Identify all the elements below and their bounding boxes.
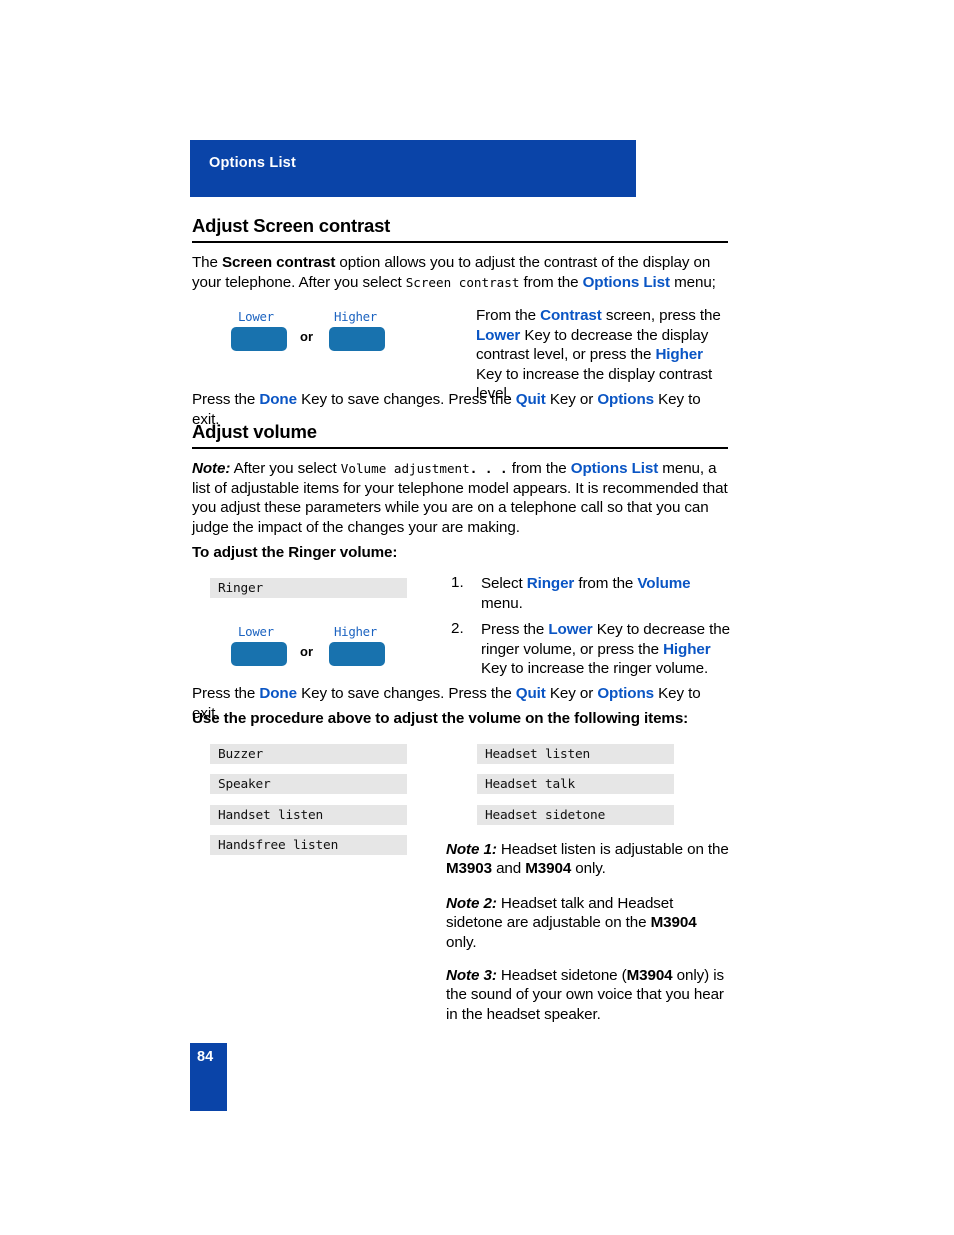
- heading-rule-volume: [192, 447, 728, 449]
- volume-note-t1: After you select: [230, 460, 341, 477]
- contrast-intro-t4: menu;: [669, 273, 716, 291]
- note-3-b1: M3904: [626, 967, 673, 984]
- lcd-box-handsfree-listen-label: Handsfree listen: [218, 838, 339, 853]
- note-1-t1: Headset listen is adjustable on the: [496, 841, 729, 858]
- contrast-intro-lcd: Screen contrast: [405, 274, 520, 290]
- items-intro-text: Use the procedure above to adjust the vo…: [192, 710, 689, 727]
- volume-footer-t3: Key or: [545, 685, 598, 702]
- page-number-block: 84: [190, 1043, 227, 1111]
- step-2-b2: Higher: [663, 640, 711, 658]
- higher-key-button[interactable]: [329, 642, 385, 666]
- step-1-t3: menu.: [481, 594, 523, 612]
- note-1: Note 1: Headset listen is adjustable on …: [446, 840, 731, 879]
- lcd-box-handset-listen-label: Handset listen: [218, 808, 324, 823]
- contrast-footer-t1: Press the: [192, 391, 260, 408]
- lcd-box-headset-sidetone-label: Headset sidetone: [485, 808, 606, 823]
- contrast-instr-t2: screen, press the: [601, 307, 721, 324]
- volume-footer-b2: Quit: [515, 685, 546, 702]
- step-2-text: Press the Lower Key to decrease the ring…: [481, 620, 734, 679]
- lcd-box-ringer-label: Ringer: [218, 581, 264, 596]
- higher-key-button[interactable]: [329, 327, 385, 351]
- step-2-t1: Press the: [481, 621, 549, 638]
- lower-key-caption: Lower: [238, 624, 274, 639]
- note-2-label: Note 2:: [446, 895, 497, 912]
- step-2-b1: Lower: [548, 621, 593, 638]
- note-2: Note 2: Headset talk and Headset sideton…: [446, 894, 706, 952]
- step-2-t3: Key to increase the ringer volume.: [481, 660, 709, 678]
- section-header-label: Options List: [209, 155, 296, 171]
- volume-note-paragraph: Note: After you select Volume adjustment…: [192, 459, 730, 537]
- lcd-box-ringer: Ringer: [210, 578, 407, 598]
- step-1-text: Select Ringer from the Volume menu.: [481, 574, 734, 613]
- lcd-box-headset-talk-label: Headset talk: [485, 777, 576, 792]
- contrast-instr-b2: Lower: [476, 326, 521, 344]
- volume-note-lcd-ellipsis: . . .: [469, 461, 508, 476]
- key-graphic-contrast: Lower or Higher: [231, 309, 411, 365]
- or-separator-label: or: [300, 644, 313, 659]
- contrast-footer-b1: Done: [259, 391, 297, 408]
- higher-key-caption: Higher: [334, 309, 377, 324]
- lcd-box-headset-sidetone: Headset sidetone: [477, 805, 674, 825]
- lcd-box-buzzer: Buzzer: [210, 744, 407, 764]
- lower-key-button[interactable]: [231, 327, 287, 351]
- lcd-box-handset-listen: Handset listen: [210, 805, 407, 825]
- note-1-b1: M3903: [446, 860, 492, 878]
- page-number: 84: [197, 1049, 214, 1065]
- volume-note-link: Options List: [570, 460, 659, 477]
- volume-footer-b3: Options: [597, 685, 654, 702]
- lcd-box-handsfree-listen: Handsfree listen: [210, 835, 407, 855]
- contrast-instr-b1: Contrast: [540, 307, 602, 324]
- contrast-intro-t1: The: [192, 254, 222, 271]
- volume-footer-b1: Done: [259, 685, 297, 702]
- volume-note-t2: from the: [507, 460, 571, 477]
- contrast-intro-paragraph: The Screen contrast option allows you to…: [192, 253, 728, 292]
- lcd-box-headset-talk: Headset talk: [477, 774, 674, 794]
- contrast-intro-link: Options List: [582, 273, 670, 291]
- lcd-box-buzzer-label: Buzzer: [218, 747, 264, 762]
- note-2-b1: M3904: [650, 914, 697, 932]
- note-1-t2: and: [491, 860, 526, 878]
- contrast-footer-b3: Options: [597, 391, 654, 408]
- contrast-intro-bold: Screen contrast: [222, 254, 336, 271]
- step-1-b1: Ringer: [526, 575, 575, 592]
- volume-note-lcd: Volume adjustment: [340, 461, 470, 476]
- note-2-t2: only.: [446, 933, 477, 951]
- lower-key-caption: Lower: [238, 309, 274, 324]
- volume-footer-t1: Press the: [192, 685, 260, 702]
- contrast-footer-b2: Quit: [515, 391, 546, 408]
- or-separator-label: or: [300, 329, 313, 344]
- lcd-box-speaker: Speaker: [210, 774, 407, 794]
- volume-footer-t2: Key to save changes. Press the: [296, 685, 516, 702]
- step-1-number: 1.: [451, 574, 464, 591]
- contrast-instr-t1: From the: [476, 307, 541, 324]
- document-page: Options List Adjust Screen contrast The …: [0, 0, 954, 1235]
- volume-note-label: Note:: [192, 460, 231, 477]
- note-1-label: Note 1:: [446, 841, 497, 858]
- lcd-box-headset-listen: Headset listen: [477, 744, 674, 764]
- contrast-intro-t3: from the: [519, 273, 583, 291]
- step-1-t2: from the: [574, 575, 638, 592]
- step-1-t1: Select: [481, 575, 527, 592]
- heading-adjust-volume: Adjust volume: [192, 421, 317, 442]
- note-1-b2: M3904: [525, 860, 572, 878]
- step-1-b2: Volume: [637, 575, 691, 592]
- lcd-box-headset-listen-label: Headset listen: [485, 747, 591, 762]
- note-3-t1: Headset sidetone (: [496, 967, 627, 984]
- step-2-number: 2.: [451, 620, 464, 637]
- section-header-bar: Options List: [190, 140, 636, 197]
- note-3-label: Note 3:: [446, 967, 497, 984]
- key-graphic-ringer: Lower or Higher: [231, 624, 411, 680]
- contrast-footer-t3: Key or: [545, 391, 598, 408]
- lower-key-button[interactable]: [231, 642, 287, 666]
- contrast-footer-t2: Key to save changes. Press the: [296, 391, 516, 408]
- contrast-instr-b3: Higher: [655, 346, 703, 364]
- lcd-box-speaker-label: Speaker: [218, 777, 271, 792]
- note-3: Note 3: Headset sidetone (M3904 only) is…: [446, 966, 731, 1024]
- note-1-t3: only.: [571, 860, 606, 878]
- heading-adjust-screen-contrast: Adjust Screen contrast: [192, 215, 391, 236]
- subheading-ringer-volume: To adjust the Ringer volume:: [192, 544, 398, 561]
- heading-rule-contrast: [192, 241, 728, 243]
- higher-key-caption: Higher: [334, 624, 377, 639]
